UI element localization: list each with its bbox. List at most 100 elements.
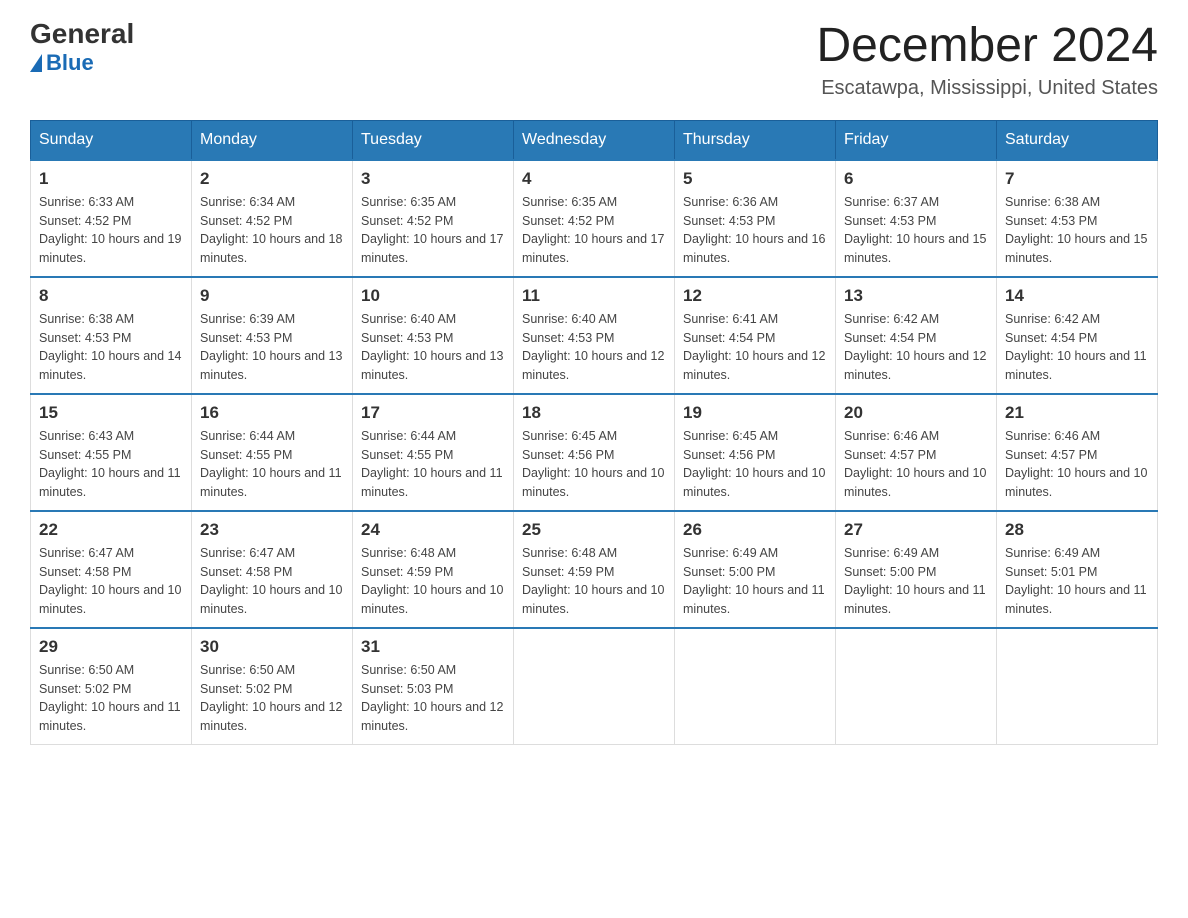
calendar-day-cell	[997, 628, 1158, 745]
day-info: Sunrise: 6:50 AMSunset: 5:03 PMDaylight:…	[361, 661, 505, 736]
day-info: Sunrise: 6:37 AMSunset: 4:53 PMDaylight:…	[844, 193, 988, 268]
calendar-day-cell: 30 Sunrise: 6:50 AMSunset: 5:02 PMDayligh…	[192, 628, 353, 745]
day-of-week-header: Thursday	[675, 120, 836, 160]
day-of-week-header: Saturday	[997, 120, 1158, 160]
day-info: Sunrise: 6:42 AMSunset: 4:54 PMDaylight:…	[1005, 310, 1149, 385]
day-info: Sunrise: 6:41 AMSunset: 4:54 PMDaylight:…	[683, 310, 827, 385]
calendar-week-row: 22 Sunrise: 6:47 AMSunset: 4:58 PMDayligh…	[31, 511, 1158, 628]
day-number: 12	[683, 286, 827, 306]
day-info: Sunrise: 6:47 AMSunset: 4:58 PMDaylight:…	[200, 544, 344, 619]
day-info: Sunrise: 6:47 AMSunset: 4:58 PMDaylight:…	[39, 544, 183, 619]
day-info: Sunrise: 6:46 AMSunset: 4:57 PMDaylight:…	[1005, 427, 1149, 502]
calendar-day-cell: 15Sunrise: 6:43 AMSunset: 4:55 PMDayligh…	[31, 394, 192, 511]
day-number: 19	[683, 403, 827, 423]
calendar-day-cell: 11Sunrise: 6:40 AMSunset: 4:53 PMDayligh…	[514, 277, 675, 394]
day-number: 8	[39, 286, 183, 306]
logo-triangle-icon	[30, 54, 42, 72]
day-number: 10	[361, 286, 505, 306]
location-title: Escatawpa, Mississippi, United States	[816, 77, 1158, 100]
calendar-day-cell: 5Sunrise: 6:36 AMSunset: 4:53 PMDaylight…	[675, 160, 836, 277]
day-of-week-header: Wednesday	[514, 120, 675, 160]
day-info: Sunrise: 6:36 AMSunset: 4:53 PMDaylight:…	[683, 193, 827, 268]
day-of-week-header: Sunday	[31, 120, 192, 160]
day-number: 23	[200, 520, 344, 540]
day-info: Sunrise: 6:50 AMSunset: 5:02 PMDaylight:…	[39, 661, 183, 736]
day-number: 29	[39, 637, 183, 657]
day-info: Sunrise: 6:44 AMSunset: 4:55 PMDaylight:…	[200, 427, 344, 502]
day-info: Sunrise: 6:49 AMSunset: 5:01 PMDaylight:…	[1005, 544, 1149, 619]
day-info: Sunrise: 6:33 AMSunset: 4:52 PMDaylight:…	[39, 193, 183, 268]
day-info: Sunrise: 6:45 AMSunset: 4:56 PMDaylight:…	[522, 427, 666, 502]
calendar-day-cell: 16 Sunrise: 6:44 AMSunset: 4:55 PMDayligh…	[192, 394, 353, 511]
calendar-week-row: 8Sunrise: 6:38 AMSunset: 4:53 PMDaylight…	[31, 277, 1158, 394]
day-info: Sunrise: 6:38 AMSunset: 4:53 PMDaylight:…	[1005, 193, 1149, 268]
calendar-day-cell: 26Sunrise: 6:49 AMSunset: 5:00 PMDayligh…	[675, 511, 836, 628]
page-header: General Blue December 2024 Escatawpa, Mi…	[30, 20, 1158, 100]
day-info: Sunrise: 6:50 AMSunset: 5:02 PMDaylight:…	[200, 661, 344, 736]
day-number: 13	[844, 286, 988, 306]
day-number: 3	[361, 169, 505, 189]
day-of-week-header: Tuesday	[353, 120, 514, 160]
day-number: 18	[522, 403, 666, 423]
calendar-day-cell: 13Sunrise: 6:42 AMSunset: 4:54 PMDayligh…	[836, 277, 997, 394]
day-number: 26	[683, 520, 827, 540]
calendar-day-cell: 27Sunrise: 6:49 AMSunset: 5:00 PMDayligh…	[836, 511, 997, 628]
calendar-table: SundayMondayTuesdayWednesdayThursdayFrid…	[30, 120, 1158, 745]
calendar-day-cell	[836, 628, 997, 745]
calendar-day-cell: 8Sunrise: 6:38 AMSunset: 4:53 PMDaylight…	[31, 277, 192, 394]
calendar-header-row: SundayMondayTuesdayWednesdayThursdayFrid…	[31, 120, 1158, 160]
day-number: 20	[844, 403, 988, 423]
calendar-day-cell: 18 Sunrise: 6:45 AMSunset: 4:56 PMDayligh…	[514, 394, 675, 511]
calendar-day-cell: 4Sunrise: 6:35 AMSunset: 4:52 PMDaylight…	[514, 160, 675, 277]
day-number: 31	[361, 637, 505, 657]
day-number: 28	[1005, 520, 1149, 540]
day-number: 22	[39, 520, 183, 540]
calendar-day-cell: 22 Sunrise: 6:47 AMSunset: 4:58 PMDayligh…	[31, 511, 192, 628]
calendar-week-row: 1 Sunrise: 6:33 AMSunset: 4:52 PMDaylight…	[31, 160, 1158, 277]
calendar-day-cell: 17Sunrise: 6:44 AMSunset: 4:55 PMDayligh…	[353, 394, 514, 511]
day-info: Sunrise: 6:49 AMSunset: 5:00 PMDaylight:…	[844, 544, 988, 619]
day-number: 2	[200, 169, 344, 189]
calendar-day-cell: 9 Sunrise: 6:39 AMSunset: 4:53 PMDaylight…	[192, 277, 353, 394]
calendar-day-cell: 19 Sunrise: 6:45 AMSunset: 4:56 PMDayligh…	[675, 394, 836, 511]
day-number: 21	[1005, 403, 1149, 423]
title-section: December 2024 Escatawpa, Mississippi, Un…	[816, 20, 1158, 100]
day-number: 1	[39, 169, 183, 189]
day-info: Sunrise: 6:45 AMSunset: 4:56 PMDaylight:…	[683, 427, 827, 502]
day-number: 16	[200, 403, 344, 423]
calendar-day-cell: 14 Sunrise: 6:42 AMSunset: 4:54 PMDayligh…	[997, 277, 1158, 394]
calendar-day-cell: 21 Sunrise: 6:46 AMSunset: 4:57 PMDayligh…	[997, 394, 1158, 511]
day-info: Sunrise: 6:40 AMSunset: 4:53 PMDaylight:…	[522, 310, 666, 385]
day-info: Sunrise: 6:44 AMSunset: 4:55 PMDaylight:…	[361, 427, 505, 502]
calendar-day-cell	[675, 628, 836, 745]
day-info: Sunrise: 6:39 AMSunset: 4:53 PMDaylight:…	[200, 310, 344, 385]
calendar-day-cell: 25Sunrise: 6:48 AMSunset: 4:59 PMDayligh…	[514, 511, 675, 628]
calendar-day-cell: 6 Sunrise: 6:37 AMSunset: 4:53 PMDaylight…	[836, 160, 997, 277]
month-title: December 2024	[816, 20, 1158, 73]
day-number: 24	[361, 520, 505, 540]
calendar-day-cell: 28 Sunrise: 6:49 AMSunset: 5:01 PMDayligh…	[997, 511, 1158, 628]
day-info: Sunrise: 6:35 AMSunset: 4:52 PMDaylight:…	[361, 193, 505, 268]
calendar-day-cell: 7 Sunrise: 6:38 AMSunset: 4:53 PMDaylight…	[997, 160, 1158, 277]
logo-blue-text: Blue	[30, 50, 94, 76]
day-number: 15	[39, 403, 183, 423]
day-number: 7	[1005, 169, 1149, 189]
day-number: 14	[1005, 286, 1149, 306]
calendar-day-cell: 31 Sunrise: 6:50 AMSunset: 5:03 PMDayligh…	[353, 628, 514, 745]
day-number: 30	[200, 637, 344, 657]
calendar-day-cell: 29 Sunrise: 6:50 AMSunset: 5:02 PMDayligh…	[31, 628, 192, 745]
calendar-day-cell: 2 Sunrise: 6:34 AMSunset: 4:52 PMDaylight…	[192, 160, 353, 277]
calendar-day-cell: 12 Sunrise: 6:41 AMSunset: 4:54 PMDayligh…	[675, 277, 836, 394]
day-number: 9	[200, 286, 344, 306]
day-number: 6	[844, 169, 988, 189]
day-info: Sunrise: 6:40 AMSunset: 4:53 PMDaylight:…	[361, 310, 505, 385]
calendar-day-cell	[514, 628, 675, 745]
calendar-day-cell: 10 Sunrise: 6:40 AMSunset: 4:53 PMDayligh…	[353, 277, 514, 394]
day-info: Sunrise: 6:34 AMSunset: 4:52 PMDaylight:…	[200, 193, 344, 268]
day-info: Sunrise: 6:46 AMSunset: 4:57 PMDaylight:…	[844, 427, 988, 502]
calendar-day-cell: 20 Sunrise: 6:46 AMSunset: 4:57 PMDayligh…	[836, 394, 997, 511]
logo: General Blue	[30, 20, 134, 76]
day-of-week-header: Monday	[192, 120, 353, 160]
day-number: 4	[522, 169, 666, 189]
calendar-week-row: 29 Sunrise: 6:50 AMSunset: 5:02 PMDayligh…	[31, 628, 1158, 745]
